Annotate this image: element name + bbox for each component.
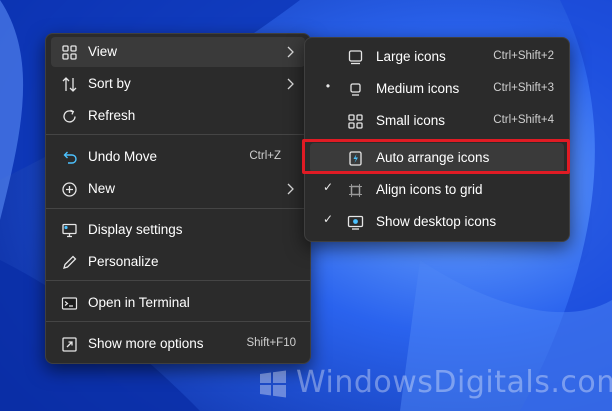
submenu-item-label: Show desktop icons [376, 214, 497, 229]
terminal-icon [61, 297, 78, 310]
menu-item-label: Show more options [88, 336, 204, 351]
align-grid-icon [349, 184, 362, 197]
menu-item-display-settings[interactable]: Display settings [51, 215, 305, 245]
submenu-item-show-desktop-icons[interactable]: ✓ Show desktop icons [310, 207, 564, 237]
menu-separator [46, 280, 310, 281]
submenu-item-label: Large icons [376, 49, 446, 64]
menu-item-shortcut: Ctrl+Z [249, 150, 281, 162]
menu-item-personalize[interactable]: Personalize [51, 247, 305, 277]
submenu-item-small-icons[interactable]: Small icons Ctrl+Shift+4 [310, 106, 564, 136]
menu-item-label: Undo Move [88, 149, 158, 164]
show-desktop-icon [347, 215, 364, 230]
menu-item-new[interactable]: New [51, 174, 305, 204]
watermark-text: WindowsDigitals.com [296, 365, 612, 400]
menu-item-sort-by[interactable]: Sort by [51, 69, 305, 99]
menu-item-label: New [88, 181, 116, 196]
submenu-item-label: Align icons to grid [376, 182, 483, 197]
menu-item-shortcut: Shift+F10 [246, 337, 296, 349]
submenu-item-align-icons-to-grid[interactable]: ✓ Align icons to grid [310, 175, 564, 205]
plus-circle-icon [62, 182, 77, 197]
radio-mark: • [325, 79, 331, 93]
menu-item-label: Personalize [88, 254, 159, 269]
display-icon [62, 223, 77, 238]
submenu-item-medium-icons[interactable]: • Medium icons Ctrl+Shift+3 [310, 74, 564, 104]
submenu-item-large-icons[interactable]: Large icons Ctrl+Shift+2 [310, 42, 564, 72]
large-icons-icon [348, 50, 363, 65]
annotation-highlight-box [302, 139, 570, 174]
submenu-item-shortcut: Ctrl+Shift+4 [493, 114, 554, 126]
chevron-right-icon [287, 78, 294, 90]
menu-item-undo-move[interactable]: Undo Move Ctrl+Z [51, 142, 305, 172]
menu-item-refresh[interactable]: Refresh [51, 101, 305, 131]
chevron-right-icon [287, 46, 294, 58]
submenu-item-shortcut: Ctrl+Shift+3 [493, 82, 554, 94]
radio-mark [321, 47, 335, 65]
menu-item-label: Sort by [88, 76, 131, 91]
menu-item-label: Open in Terminal [88, 295, 190, 310]
small-icons-icon [348, 114, 363, 129]
refresh-icon [63, 109, 76, 123]
desktop-context-menu: View Sort by Refresh Undo Move Ctrl+Z Ne… [45, 33, 311, 364]
submenu-item-label: Medium icons [376, 81, 460, 96]
check-mark: ✓ [322, 180, 334, 194]
check-mark: ✓ [322, 212, 334, 226]
windows-logo-icon [260, 370, 286, 398]
menu-item-show-more-options[interactable]: Show more options Shift+F10 [51, 329, 305, 359]
menu-item-open-in-terminal[interactable]: Open in Terminal [51, 288, 305, 318]
medium-icons-icon [350, 83, 361, 96]
show-more-icon [62, 337, 77, 352]
menu-item-label: View [88, 44, 118, 59]
menu-item-label: Refresh [88, 108, 136, 123]
submenu-item-label: Small icons [376, 113, 446, 128]
sort-icon [62, 77, 77, 92]
submenu-item-shortcut: Ctrl+Shift+2 [493, 50, 554, 62]
menu-separator [46, 208, 310, 209]
undo-icon [63, 151, 77, 164]
menu-item-label: Display settings [88, 222, 183, 237]
grid-icon [62, 45, 77, 60]
menu-separator [46, 134, 310, 135]
radio-mark [321, 111, 335, 129]
chevron-right-icon [287, 183, 294, 195]
menu-separator [46, 321, 310, 322]
watermark: WindowsDigitals.com [258, 365, 612, 405]
menu-item-view[interactable]: View [51, 37, 305, 67]
pen-icon [63, 255, 77, 269]
